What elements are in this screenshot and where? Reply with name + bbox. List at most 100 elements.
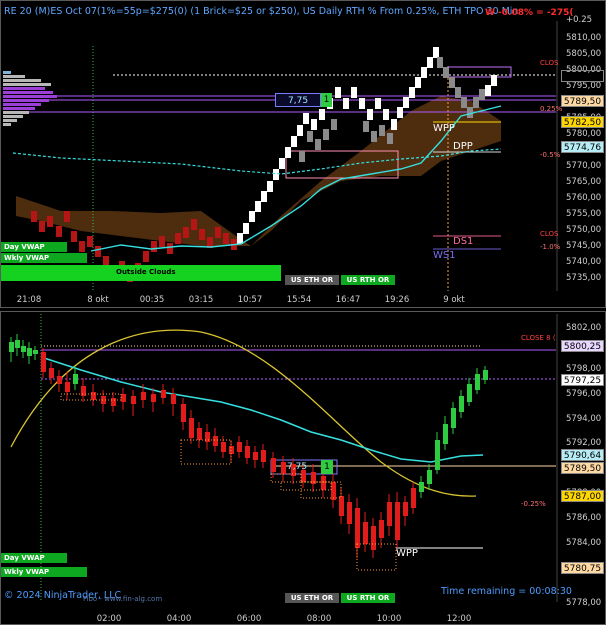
renko-brick	[255, 201, 261, 212]
outside-clouds-tag: Outside Clouds	[116, 268, 176, 276]
candle-body	[395, 502, 400, 540]
profile-bar	[3, 119, 17, 122]
time-tick-label: 19:26	[385, 295, 410, 305]
us-rth-or-tag[interactable]: US RTH OR	[341, 275, 395, 285]
profile-bar	[3, 75, 25, 78]
renko-brick	[319, 109, 325, 120]
renko-brick	[371, 131, 377, 142]
pct-label: -0.5%	[540, 151, 561, 159]
renko-brick	[64, 211, 70, 222]
cycle-sine-curve	[10, 329, 477, 497]
renko-brick	[215, 227, 221, 238]
renko-brick	[421, 67, 427, 78]
renko-brick	[479, 89, 485, 100]
dpp-label: DPP	[453, 141, 473, 152]
candle-body	[213, 436, 218, 446]
renko-brick	[491, 75, 497, 86]
candle-body	[467, 384, 472, 402]
renko-brick	[433, 47, 439, 58]
candle-body	[49, 368, 54, 378]
candle-body	[427, 470, 432, 484]
wpp-label: WPP	[396, 548, 418, 559]
profile-bar	[3, 83, 51, 86]
wpp-price-box: 5782,50	[561, 116, 604, 128]
candle-body	[419, 482, 424, 492]
renko-brick	[243, 223, 249, 234]
renko-brick	[359, 98, 365, 109]
renko-brick	[291, 136, 297, 147]
candle-body	[483, 370, 488, 380]
value-area-label: 7,75	[287, 462, 308, 472]
day-vwap-tag[interactable]: Day VWAP	[1, 553, 67, 563]
time-axis: 21:08 8 okt 00:35 03:15 10:57 15:54 16:47 19:26…	[17, 295, 466, 305]
renko-brick	[56, 226, 62, 237]
vwap-price-box: 5774,76	[561, 141, 604, 153]
renko-brick	[47, 216, 53, 227]
renko-brick	[261, 191, 267, 202]
close-label: CLOS	[540, 230, 559, 238]
wkly-vwap-tag[interactable]: Wkly VWAP	[1, 253, 87, 263]
price-tick-label: 5796,00	[566, 389, 601, 399]
renko-brick	[467, 107, 473, 118]
candle-body	[387, 502, 392, 526]
price-tick-label: 5755,00	[566, 209, 601, 219]
candle-body	[245, 446, 250, 458]
renko-chart-panel[interactable]: +0.255810,005805,005800,005795,005790,00…	[0, 0, 606, 308]
renko-brick	[223, 233, 229, 244]
renko-brick	[183, 227, 189, 238]
candle-body	[403, 502, 408, 516]
us-rth-or-tag[interactable]: US RTH OR	[341, 593, 395, 603]
price-box-label: 5797,25	[563, 72, 602, 82]
candle-body	[331, 482, 336, 500]
price-tick-label: 5798,00	[566, 364, 601, 374]
renko-brick	[449, 77, 455, 88]
profile-bar	[3, 95, 57, 98]
profile-bar	[3, 99, 49, 102]
close-label: CLOS	[540, 59, 559, 67]
price-tick-label: 5745,00	[566, 241, 601, 251]
renko-chart-canvas[interactable]: +0.255810,005805,005800,005795,005790,00…	[1, 1, 605, 307]
renko-brick	[79, 241, 85, 252]
renko-brick	[455, 87, 461, 98]
candle-body	[91, 392, 96, 400]
candle-body	[41, 352, 46, 372]
candle-body	[271, 458, 276, 472]
price-box-label: 5790,64	[563, 451, 602, 461]
candlestick-chart-panel[interactable]: 5802,00 5798,00 5796,00 5794,00 5792,00 5790,…	[0, 311, 606, 625]
time-remaining-label: Time remaining = 00:08:30	[441, 586, 572, 597]
us-eth-or-tag[interactable]: US ETH OR	[285, 275, 339, 285]
renko-brick	[237, 233, 243, 244]
candle-body	[27, 348, 32, 356]
poc-price-box: 5789,50	[561, 95, 604, 107]
wkly-vwap-tag[interactable]: Wkly VWAP	[1, 567, 87, 577]
price-tick-label: 5810,00	[566, 33, 601, 43]
poc-price-box: 5789,50	[561, 462, 604, 474]
day-vwap-tag[interactable]: Day VWAP	[1, 242, 67, 252]
candle-body	[111, 398, 116, 406]
watermark: Fibo - www.fin-alg.com	[83, 595, 163, 603]
pct-label: -0.25%	[521, 500, 546, 508]
price-tick-label: 5778,00	[566, 598, 601, 608]
renko-brick	[415, 77, 421, 88]
candle-body	[253, 452, 258, 460]
candle-body	[131, 396, 136, 404]
candle-body	[411, 488, 416, 508]
renko-brick	[485, 85, 491, 96]
renko-brick	[95, 246, 101, 257]
renko-brick	[191, 219, 197, 230]
profile-bar	[3, 87, 45, 90]
time-tick-label: 06:00	[237, 614, 262, 624]
value-area-label: 7,75	[288, 96, 309, 106]
renko-brick	[307, 131, 313, 142]
renko-brick	[403, 97, 409, 108]
weekly-change-label: W -0.08% = -275(	[485, 8, 574, 18]
candle-body	[15, 340, 20, 348]
time-tick-label: 9 okt	[443, 295, 465, 305]
renko-brick	[323, 129, 329, 140]
renko-brick	[315, 139, 321, 150]
price-tick-label: 5784,00	[566, 538, 601, 548]
price-box-label: 5789,50	[563, 97, 602, 107]
time-tick-label: 15:54	[287, 295, 312, 305]
profile-bar	[3, 123, 11, 126]
us-eth-or-tag[interactable]: US ETH OR	[285, 593, 339, 603]
